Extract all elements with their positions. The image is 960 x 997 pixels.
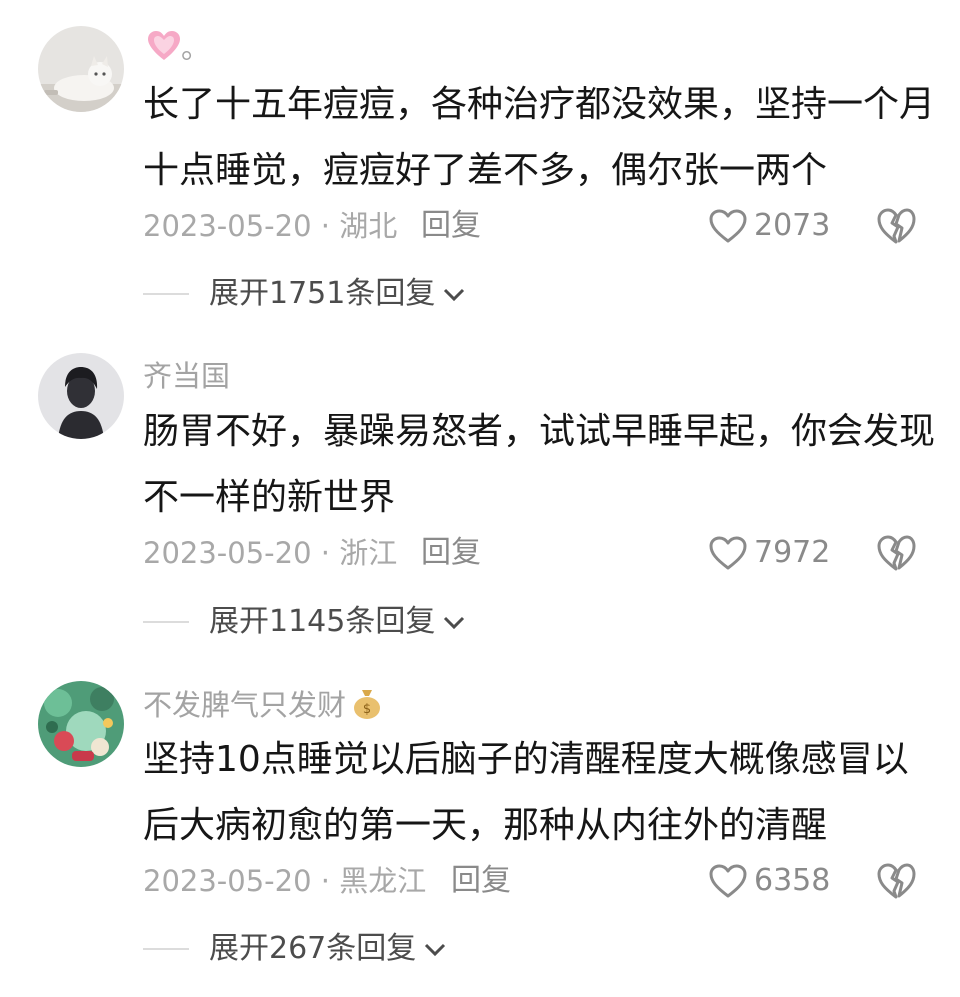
dislike-button[interactable] <box>875 533 917 573</box>
expand-replies[interactable]: 展开1145条回复 <box>143 602 467 642</box>
like-button[interactable]: 6358 <box>708 861 830 901</box>
divider <box>143 293 189 295</box>
username[interactable]: 齐当国 <box>143 358 230 394</box>
dislike-button[interactable] <box>875 861 917 901</box>
dislike-button[interactable] <box>875 206 917 246</box>
heart-outline-icon <box>709 864 747 898</box>
chevron-down-icon <box>444 288 465 302</box>
pink-heart-icon <box>147 30 181 70</box>
comment-line: 十点睡觉，痘痘好了差不多，偶尔张一两个 <box>143 150 828 191</box>
expand-replies[interactable]: 展开1751条回复 <box>143 274 467 314</box>
broken-heart-icon <box>877 863 916 899</box>
cat-avatar-image <box>38 26 124 112</box>
comment-line: 坚持10点睡觉以后脑子的清醒程度大概像感冒以 <box>143 739 909 780</box>
expand-replies-label: 展开1751条回复 <box>209 276 436 311</box>
comment-line: 不一样的新世界 <box>143 477 396 518</box>
comment-text: 坚持10点睡觉以后脑子的清醒程度大概像感冒以 后大病初愈的第一天，那种从内往外的… <box>143 727 933 859</box>
username[interactable]: 不发脾气只发财 $ <box>143 686 384 728</box>
heart-outline-icon <box>709 209 747 243</box>
money-bag-icon: $ <box>350 686 384 728</box>
green-illustration-avatar-image <box>38 681 124 767</box>
username-suffix: 。 <box>181 31 211 65</box>
broken-heart-icon <box>877 535 916 571</box>
date-location: 2023-05-20 · 湖北 <box>143 209 398 243</box>
reply-button[interactable]: 回复 <box>421 208 481 244</box>
reply-button[interactable]: 回复 <box>451 863 511 899</box>
comment-line: 后大病初愈的第一天，那种从内往外的清醒 <box>143 805 828 846</box>
divider <box>143 948 189 950</box>
avatar[interactable] <box>38 353 124 439</box>
expand-replies-label: 展开267条回复 <box>209 931 417 966</box>
like-button[interactable]: 2073 <box>708 206 830 246</box>
date-location: 2023-05-20 · 浙江 <box>143 536 398 570</box>
chevron-down-icon <box>444 616 465 630</box>
silhouette-avatar-image <box>38 353 124 439</box>
expand-replies-label: 展开1145条回复 <box>209 604 436 639</box>
like-button[interactable]: 7972 <box>708 533 830 573</box>
expand-replies[interactable]: 展开267条回复 <box>143 929 448 969</box>
divider <box>143 621 189 623</box>
like-count: 6358 <box>754 863 831 898</box>
broken-heart-icon <box>877 208 916 244</box>
reply-button[interactable]: 回复 <box>421 535 481 571</box>
heart-outline-icon <box>709 536 747 570</box>
comment-text: 长了十五年痘痘，各种治疗都没效果，坚持一个月 十点睡觉，痘痘好了差不多，偶尔张一… <box>143 72 936 204</box>
date-location: 2023-05-20 · 黑龙江 <box>143 864 427 898</box>
comment-line: 肠胃不好，暴躁易怒者，试试早睡早起，你会发现 <box>143 411 936 452</box>
comment-text: 肠胃不好，暴躁易怒者，试试早睡早起，你会发现 不一样的新世界 <box>143 399 936 531</box>
username-text: 不发脾气只发财 <box>143 688 347 722</box>
like-count: 7972 <box>754 535 831 570</box>
like-count: 2073 <box>754 208 831 243</box>
username[interactable]: 。 <box>143 30 210 70</box>
avatar[interactable] <box>38 26 124 112</box>
comment-line: 长了十五年痘痘，各种治疗都没效果，坚持一个月 <box>143 84 936 125</box>
svg-text:$: $ <box>363 702 371 717</box>
avatar[interactable] <box>38 681 124 767</box>
chevron-down-icon <box>425 943 446 957</box>
